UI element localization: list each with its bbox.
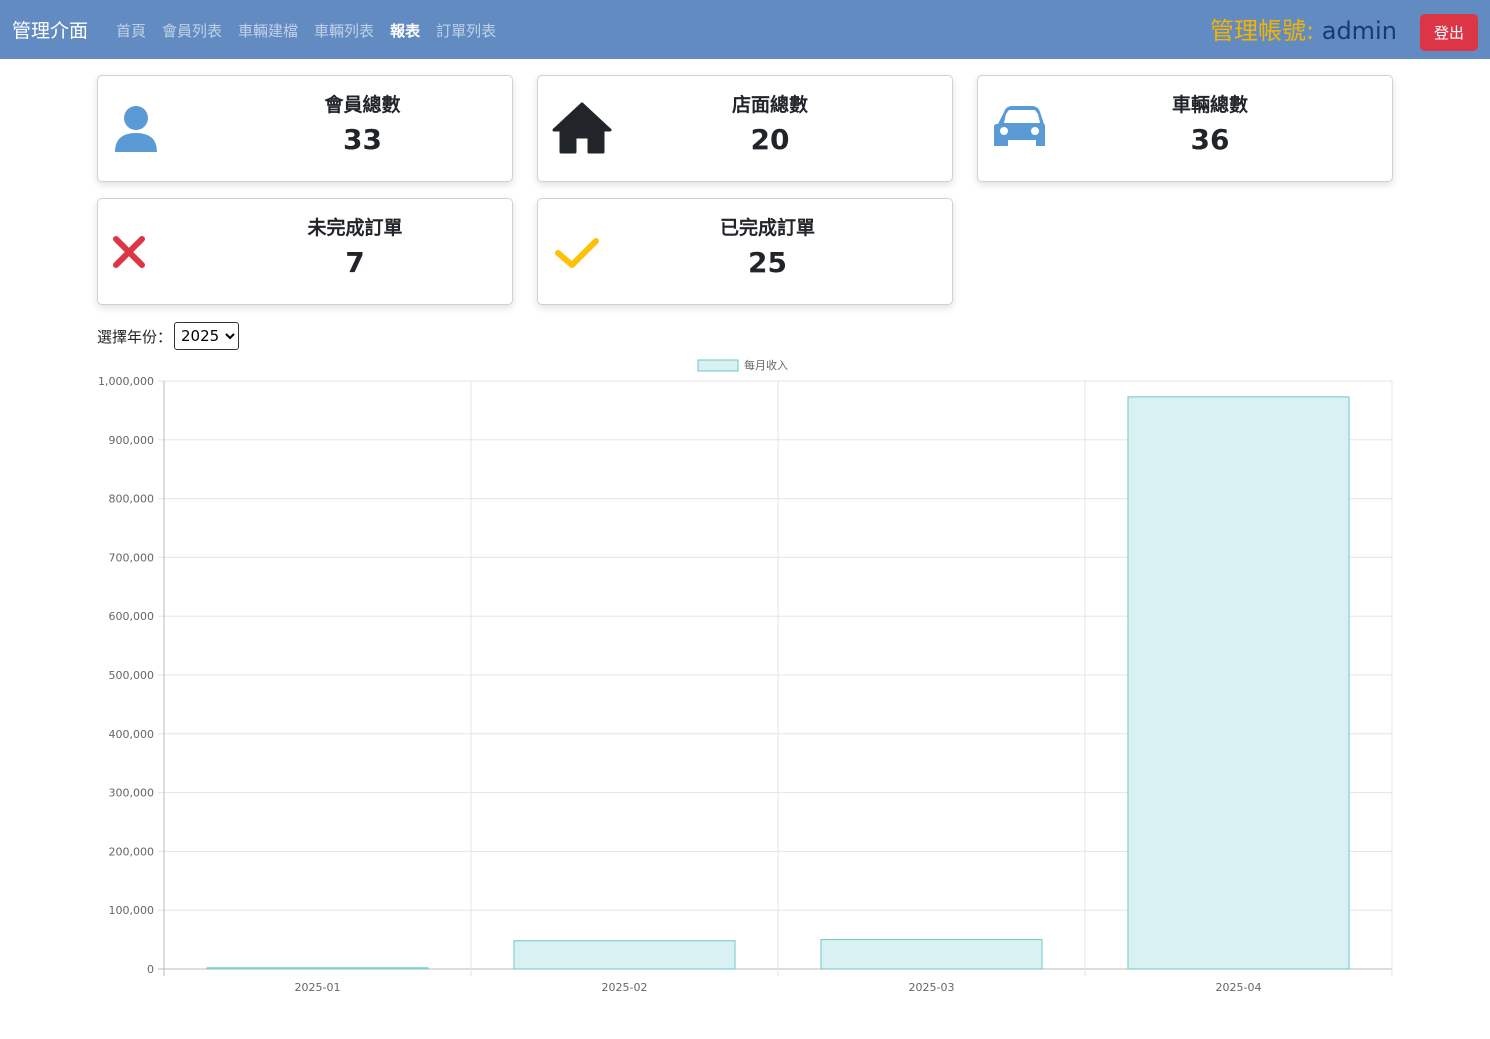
y-tick-label: 900,000 xyxy=(109,434,155,447)
legend-swatch xyxy=(697,359,739,372)
y-tick-label: 800,000 xyxy=(109,493,155,506)
bar xyxy=(206,967,429,970)
y-tick-label: 500,000 xyxy=(109,669,155,682)
legend-label: 每月收入 xyxy=(744,358,788,372)
y-tick-label: 600,000 xyxy=(109,610,155,623)
y-tick-label: 200,000 xyxy=(109,845,155,858)
x-tick-label: 2025-04 xyxy=(1216,981,1262,994)
y-tick-label: 0 xyxy=(147,963,154,976)
y-tick-label: 400,000 xyxy=(109,728,155,741)
y-tick-label: 700,000 xyxy=(109,551,155,564)
bar xyxy=(1127,396,1350,970)
x-tick-label: 2025-01 xyxy=(295,981,341,994)
x-tick-label: 2025-03 xyxy=(909,981,955,994)
bar xyxy=(820,939,1043,970)
x-tick-label: 2025-02 xyxy=(602,981,648,994)
y-tick-label: 1,000,000 xyxy=(98,375,154,388)
bar xyxy=(513,940,736,970)
y-tick-label: 100,000 xyxy=(109,904,155,917)
y-tick-label: 300,000 xyxy=(109,787,155,800)
monthly-revenue-chart: 0 100,000 200,000 300,000 400,000 500,000 600,… xyxy=(98,358,1393,994)
